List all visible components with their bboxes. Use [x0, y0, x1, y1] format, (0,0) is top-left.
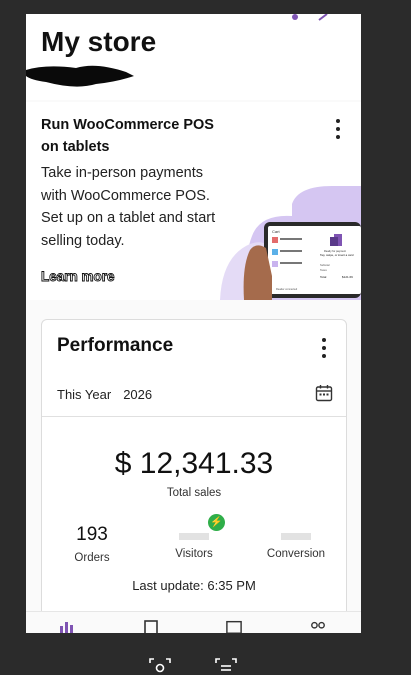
mockup-cart-label: Cart: [272, 229, 280, 234]
more-vertical-icon[interactable]: [320, 338, 328, 358]
performance-card: Performance This Year 2026 $ 12,341.33 To…: [41, 319, 347, 633]
lightning-bolt-icon[interactable]: ⚡: [208, 514, 225, 531]
mockup-taxes: Taxes: [320, 268, 327, 272]
more-vertical-icon[interactable]: [334, 119, 342, 139]
last-update: Last update: 6:35 PM: [132, 578, 256, 593]
redacted-scribble: [26, 65, 134, 87]
conversion-placeholder: [281, 533, 311, 540]
mockup-reader: Reader connected: [276, 287, 298, 291]
total-sales-label: Total sales: [166, 487, 222, 499]
phone-screen: My store Run WooCommerce POS on tablets …: [26, 14, 361, 633]
store-title: My store: [41, 26, 157, 57]
orders-label: Orders: [74, 552, 110, 564]
pos-tablet-illustration: Cart Ready for payment Tap, swipe, or in…: [220, 186, 361, 300]
stats-icon[interactable]: [59, 620, 75, 633]
menu-icon[interactable]: [310, 620, 326, 633]
learn-more-link[interactable]: Learn more: [41, 269, 115, 285]
calendar-icon[interactable]: [315, 384, 333, 402]
products-icon[interactable]: [226, 620, 242, 633]
total-sales-value: $ 12,341.33: [114, 447, 274, 480]
stat-orders: 193 Orders: [47, 524, 137, 564]
performance-title: Performance: [57, 335, 174, 356]
date-range[interactable]: This Year 2026: [57, 387, 152, 402]
store-header: My store: [26, 14, 361, 100]
visitors-placeholder: [179, 533, 209, 540]
bottom-nav: [26, 611, 361, 633]
mockup-instruction: Tap, swipe, or insert a card: [320, 253, 354, 257]
mockup-subtotal: Subtotal: [320, 263, 330, 267]
stat-visitors: Visitors: [149, 524, 239, 560]
conversion-label: Conversion: [266, 548, 326, 560]
mockup-total-value: $121.69: [342, 275, 353, 279]
screenshot-text-icon[interactable]: [215, 657, 237, 675]
orders-value: 193: [76, 524, 108, 545]
lens-icon[interactable]: [149, 657, 171, 675]
mockup-total-label: Total: [320, 275, 327, 279]
header-decoration-icon: [292, 14, 328, 21]
promo-body: Take in-person payments with WooCommerce…: [41, 165, 216, 249]
pos-promo-card: Run WooCommerce POS on tablets Take in-p…: [26, 102, 361, 300]
orders-icon[interactable]: [143, 620, 159, 633]
stat-conversion: Conversion: [251, 524, 341, 560]
date-range-label: This Year: [57, 387, 112, 402]
date-range-year: 2026: [123, 387, 153, 402]
visitors-label: Visitors: [175, 548, 213, 560]
promo-title: Run WooCommerce POS on tablets: [41, 117, 214, 155]
divider: [42, 416, 346, 417]
